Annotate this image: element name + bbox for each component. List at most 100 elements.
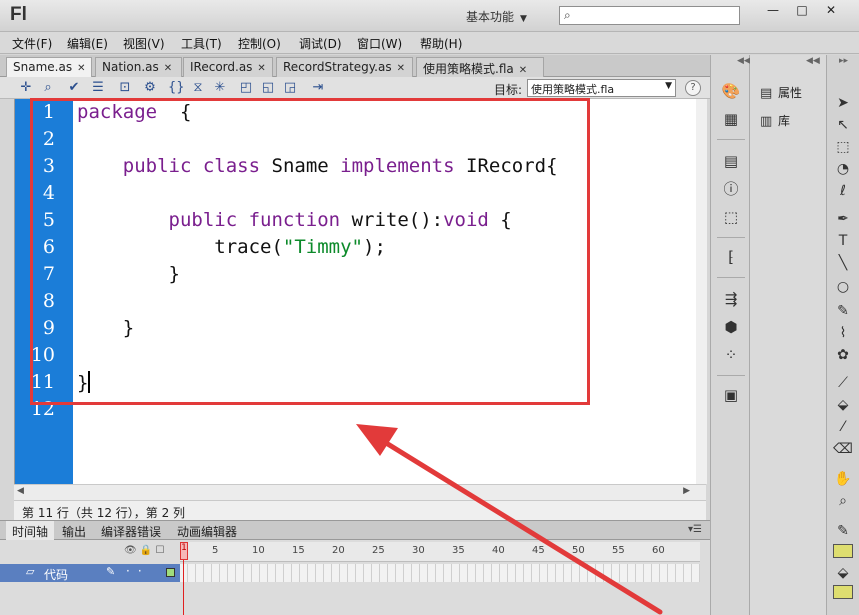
stroke-color-icon[interactable]: ✎ bbox=[833, 521, 853, 541]
menu-file[interactable]: 文件(F) bbox=[12, 35, 52, 52]
brush-tool-icon[interactable]: ⌇ bbox=[833, 323, 853, 343]
editor-vertical-scrollbar[interactable] bbox=[696, 99, 707, 484]
collapse-icon[interactable]: ◀◀ bbox=[806, 56, 820, 66]
swatches-icon[interactable]: ▦ bbox=[721, 109, 741, 129]
info-icon[interactable]: ⓘ bbox=[721, 179, 741, 199]
zoom-tool-icon[interactable]: ⌕ bbox=[833, 491, 853, 511]
menu-window[interactable]: 窗口(W) bbox=[357, 35, 402, 52]
add-statement-icon[interactable]: ✛ bbox=[18, 79, 34, 96]
menu-control[interactable]: 控制(O) bbox=[238, 35, 281, 52]
eyedropper-tool-icon[interactable]: ⁄ bbox=[833, 417, 853, 437]
tab-motion-editor[interactable]: 动画编辑器 bbox=[171, 523, 243, 540]
stroke-color-swatch[interactable] bbox=[833, 544, 853, 558]
code-snippets-icon[interactable]: ⁅ bbox=[721, 247, 741, 267]
divider bbox=[717, 139, 745, 140]
3d-rotation-tool-icon[interactable]: ◔ bbox=[833, 159, 853, 179]
help-icon[interactable]: ? bbox=[685, 80, 701, 96]
debug-options-icon[interactable]: ⚙ bbox=[142, 79, 158, 96]
apply-block-comment-icon[interactable]: ◰ bbox=[238, 79, 254, 96]
transform-icon[interactable]: ⬚ bbox=[721, 207, 741, 227]
scroll-right-icon[interactable]: ▶ bbox=[683, 486, 690, 496]
pencil-tool-icon[interactable]: ✎ bbox=[833, 301, 853, 321]
annotation-highlight-box bbox=[30, 98, 590, 405]
oval-tool-icon[interactable]: ○ bbox=[833, 277, 853, 297]
color-panel-icon[interactable]: 🎨 bbox=[721, 81, 741, 101]
line-tool-icon[interactable]: ╲ bbox=[833, 253, 853, 273]
lasso-tool-icon[interactable]: ℓ bbox=[833, 181, 853, 201]
maximize-button[interactable]: □ bbox=[787, 2, 817, 20]
menu-view[interactable]: 视图(V) bbox=[123, 35, 165, 52]
layer-outline-color[interactable] bbox=[166, 568, 175, 577]
paint-bucket-tool-icon[interactable]: ⬙ bbox=[833, 395, 853, 415]
editor-status-bar: 第 11 行（共 12 行），第 2 列 bbox=[14, 500, 706, 520]
playhead[interactable]: 1 bbox=[180, 540, 188, 615]
tab-timeline[interactable]: 时间轴 bbox=[6, 521, 55, 540]
collapse-selection-icon[interactable]: ⧖ bbox=[190, 79, 206, 96]
library-tab[interactable]: ▥ 库 bbox=[760, 112, 790, 129]
collapse-icon[interactable]: ▸▸ bbox=[839, 56, 848, 66]
search-input[interactable] bbox=[578, 8, 736, 23]
check-syntax-icon[interactable]: ✔ bbox=[66, 79, 82, 96]
menu-edit[interactable]: 编辑(E) bbox=[67, 35, 108, 52]
fill-color-swatch[interactable] bbox=[833, 585, 853, 599]
workspace-switcher[interactable]: 基本功能 ▼ bbox=[466, 8, 527, 25]
scroll-left-icon[interactable]: ◀ bbox=[17, 486, 24, 496]
eraser-tool-icon[interactable]: ⌫ bbox=[833, 439, 853, 459]
tab-sname-as[interactable]: Sname.as ✕ bbox=[6, 57, 92, 77]
text-tool-icon[interactable]: T bbox=[833, 231, 853, 251]
tab-recordstrategy-as[interactable]: RecordStrategy.as ✕ bbox=[276, 57, 413, 77]
project-icon[interactable]: ▣ bbox=[721, 385, 741, 405]
tab-nation-as[interactable]: Nation.as ✕ bbox=[95, 57, 182, 77]
editor-horizontal-scrollbar[interactable]: ◀ ▶ bbox=[14, 484, 706, 500]
menu-debug[interactable]: 调试(D) bbox=[299, 35, 342, 52]
collapse-icon[interactable]: ◀◀ bbox=[737, 56, 751, 66]
tab-fla-document[interactable]: 使用策略模式.fla ✕ bbox=[416, 57, 544, 77]
code-hint-icon[interactable]: ⊡ bbox=[117, 79, 133, 96]
tab-output[interactable]: 输出 bbox=[56, 523, 92, 540]
cursor-position: 第 11 行（共 12 行），第 2 列 bbox=[22, 506, 186, 520]
layer-visibility-dots[interactable]: ·· bbox=[126, 564, 150, 578]
help-search-box[interactable]: ⌕ bbox=[559, 6, 740, 25]
pen-tool-icon[interactable]: ✒ bbox=[833, 209, 853, 229]
tab-irecord-as[interactable]: IRecord.as ✕ bbox=[183, 57, 273, 77]
bone-tool-icon[interactable]: ⟋ bbox=[833, 373, 853, 393]
menu-tools[interactable]: 工具(T) bbox=[181, 35, 222, 52]
components-icon[interactable]: ⇶ bbox=[721, 289, 741, 309]
close-icon[interactable]: ✕ bbox=[164, 63, 172, 74]
selection-tool-icon[interactable]: ➤ bbox=[833, 93, 853, 113]
frame-number: 15 bbox=[292, 545, 305, 556]
subselection-tool-icon[interactable]: ↖ bbox=[833, 115, 853, 135]
close-icon[interactable]: ✕ bbox=[519, 65, 527, 76]
component-inspector-icon[interactable]: ⬢ bbox=[721, 317, 741, 337]
hand-tool-icon[interactable]: ✋ bbox=[833, 469, 853, 489]
frame-number: 30 bbox=[412, 545, 425, 556]
show-hide-toolbox-icon[interactable]: ⇥ bbox=[310, 79, 326, 96]
panel-menu-icon[interactable]: ▾☰ bbox=[688, 524, 702, 535]
chevron-down-icon: ▼ bbox=[520, 14, 527, 24]
fill-color-icon[interactable]: ⬙ bbox=[833, 563, 853, 583]
close-icon[interactable]: ✕ bbox=[77, 63, 85, 74]
close-button[interactable]: ✕ bbox=[816, 2, 846, 20]
remove-comment-icon[interactable]: ◲ bbox=[282, 79, 298, 96]
motion-presets-icon[interactable]: ⁘ bbox=[721, 345, 741, 365]
target-select[interactable]: 使用策略模式.fla ▼ bbox=[527, 79, 676, 97]
collapse-braces-icon[interactable]: {} bbox=[168, 79, 185, 96]
close-icon[interactable]: ✕ bbox=[397, 63, 405, 74]
layer-row[interactable]: ▱ 代码 ✎ ·· bbox=[0, 564, 180, 582]
close-icon[interactable]: ✕ bbox=[257, 63, 265, 74]
properties-tab[interactable]: ▤ 属性 bbox=[760, 84, 802, 101]
expand-all-icon[interactable]: ✳ bbox=[212, 79, 228, 96]
minimize-button[interactable]: — bbox=[758, 2, 788, 20]
tab-compiler-errors[interactable]: 编译器错误 bbox=[95, 523, 167, 540]
free-transform-tool-icon[interactable]: ⬚ bbox=[833, 137, 853, 157]
align-icon[interactable]: ▤ bbox=[721, 151, 741, 171]
menu-help[interactable]: 帮助(H) bbox=[420, 35, 462, 52]
auto-format-icon[interactable]: ☰ bbox=[90, 79, 106, 96]
deco-tool-icon[interactable]: ✿ bbox=[833, 345, 853, 365]
frames-row[interactable] bbox=[180, 564, 700, 582]
apply-line-comment-icon[interactable]: ◱ bbox=[260, 79, 276, 96]
pencil-icon: ✎ bbox=[106, 565, 116, 578]
document-tab-bar: Sname.as ✕ Nation.as ✕ IRecord.as ✕ RecordS… bbox=[0, 55, 710, 77]
find-icon[interactable]: ⌕ bbox=[40, 79, 56, 96]
frame-ruler[interactable]: 5 10 15 20 25 30 35 40 45 50 55 60 bbox=[180, 542, 700, 562]
